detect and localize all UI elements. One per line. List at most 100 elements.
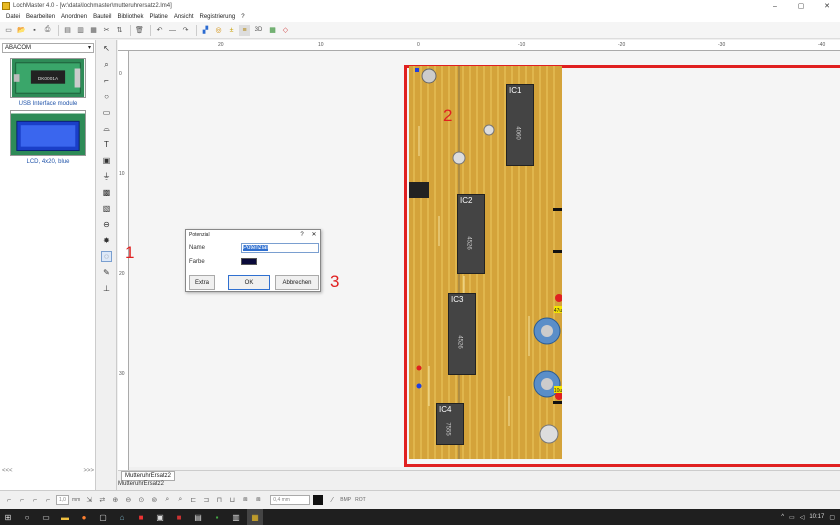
cut-track-icon[interactable]: ⊖ [101,219,112,230]
text-icon[interactable]: T [101,139,112,150]
grid-icon[interactable]: ▦ [267,25,278,36]
cut-icon[interactable]: ✂ [101,25,112,36]
minimize-button[interactable]: – [762,0,788,12]
explorer-icon[interactable]: ▬ [57,509,73,525]
app-icon-4[interactable]: ▣ [152,509,168,525]
tray-arrow-icon[interactable]: ^ [781,514,784,520]
ellipse-icon[interactable]: ○ [101,91,112,102]
color-picker[interactable] [313,495,324,505]
library-item-lcd[interactable]: LCD, 4x20, blue [10,110,86,165]
app-icon-3[interactable]: ■ [133,509,149,525]
move-icon[interactable]: ⇲ [84,495,94,505]
volume-icon[interactable]: ◁ [800,514,805,521]
bmp-button[interactable]: BMP [340,497,351,503]
grid-angle-icon[interactable]: ⌐ [17,495,27,505]
app-icon-5[interactable]: ■ [171,509,187,525]
pen-icon[interactable]: ✎ [101,267,112,278]
app-icon-1[interactable]: ▢ [95,509,111,525]
align-center-icon[interactable]: ⊐ [201,495,211,505]
app-icon-6[interactable]: ▤ [190,509,206,525]
line-icon[interactable]: — [167,25,178,36]
ic1-chip[interactable]: IC1 4060 [506,84,534,166]
zoom-page-icon[interactable]: ⊚ [149,495,159,505]
swap-icon[interactable]: ⇅ [114,25,125,36]
save-icon[interactable]: ▪ [29,25,40,36]
app-icon-7[interactable]: ▪ [209,509,225,525]
lochmaster-taskbar-icon[interactable]: ▦ [247,509,263,525]
open-folder-icon[interactable]: 📂 [16,25,27,36]
menu-anordnen[interactable]: Anordnen [58,14,90,20]
dialog-close-button[interactable]: ✕ [308,230,320,240]
grid-step-icon[interactable]: ⌐ [30,495,40,505]
windows-start-icon[interactable]: ⊞ [0,509,16,525]
ic4-chip[interactable]: IC4 7555 [436,403,464,445]
menu-ansicht[interactable]: Ansicht [171,14,197,20]
zoom-select-icon[interactable]: ⌕ [162,495,172,505]
align-left-icon[interactable]: ⊏ [188,495,198,505]
grid-fine-icon[interactable]: ⌐ [43,495,53,505]
target-icon[interactable]: ◎ [213,25,224,36]
pointer-icon[interactable]: ↖ [101,43,112,54]
image-icon[interactable]: ▣ [101,155,112,166]
library-select[interactable]: ABACOM ▾ [2,43,94,53]
search-icon[interactable]: ○ [19,509,35,525]
clock[interactable]: 10:17 [809,514,824,520]
scroll-left-button[interactable]: <<< [2,468,13,476]
name-input[interactable]: Potenzial [241,243,319,253]
eyedropper-icon[interactable]: ⁄ [327,495,337,505]
line-width-field[interactable]: 0,4 mm [270,495,311,505]
undo-icon[interactable]: ↶ [154,25,165,36]
rect-icon[interactable]: ▭ [101,107,112,118]
copy-page-icon[interactable]: ▦ [88,25,99,36]
zoom-fit-icon[interactable]: ⊙ [136,495,146,505]
grid-snap-icon[interactable]: ⌐ [4,495,14,505]
menu-bearbeiten[interactable]: Bearbeiten [23,14,58,20]
library-item-usb-module[interactable]: DK0001A USB Interface module [10,58,86,107]
zoom-prev-icon[interactable]: ⌕ [175,495,185,505]
align-bottom-icon[interactable]: ⊔ [227,495,237,505]
mirror-icon[interactable]: ⇄ [97,495,107,505]
potential-tool-icon[interactable]: ◌ [101,251,112,262]
menu-bauteil[interactable]: Bauteil [90,14,114,20]
fill-icon[interactable]: ✸ [101,235,112,246]
menu-datei[interactable]: Datei [3,14,23,20]
tab-mutteruhrersatz2[interactable]: MutteruhrErsatz2 [121,471,176,481]
cancel-button[interactable]: Abbrechen [275,275,319,290]
ic2-chip[interactable]: IC2 4526 [457,194,485,274]
rot-button[interactable]: ROT [355,497,366,503]
menu-bibliothek[interactable]: Bibliothek [114,14,146,20]
flip-icon[interactable]: ▞ [200,25,211,36]
measure-icon[interactable]: ± [226,25,237,36]
menu-registrierung[interactable]: Registrierung [197,14,239,20]
grid-value-field[interactable]: 1,0 [56,495,69,505]
print-icon[interactable]: ⎙ [42,25,53,36]
wire-icon[interactable]: ⌐ [101,75,112,86]
scroll-right-button[interactable]: >>> [83,468,94,476]
maximize-button[interactable]: ▢ [788,0,814,12]
distribute-v-icon[interactable]: ⧈ [253,495,263,505]
ok-button[interactable]: OK [228,275,270,290]
network-icon[interactable]: ▭ [789,514,795,521]
close-button[interactable]: ✕ [814,0,840,12]
probe-icon[interactable]: ⏚ [101,171,112,182]
new-file-icon[interactable]: ▭ [3,25,14,36]
export-icon[interactable]: ▥ [75,25,86,36]
zoom-in-icon[interactable]: ⊕ [110,495,120,505]
delete-icon[interactable]: 🗑 [134,25,145,36]
task-view-icon[interactable]: ▭ [38,509,54,525]
zoom-out-icon[interactable]: ⊖ [123,495,133,505]
app-icon-8[interactable]: ▥ [228,509,244,525]
extra-button[interactable]: Extra [189,275,215,290]
firefox-icon[interactable]: ● [76,509,92,525]
view-3d-button[interactable]: 3D [252,25,265,36]
menu-help[interactable]: ? [238,14,247,20]
measure-tool-icon[interactable]: ⊥ [101,283,112,294]
strip-icon[interactable]: ▧ [101,203,112,214]
redo-icon[interactable]: ↷ [180,25,191,36]
zoom-icon[interactable]: ⌕ [101,59,112,70]
notification-icon[interactable]: ▢ [829,514,835,521]
align-top-icon[interactable]: ⊓ [214,495,224,505]
distribute-icon[interactable]: ⧈ [240,495,250,505]
component-icon[interactable]: ▩ [101,187,112,198]
layer-icon[interactable]: ≡ [239,24,250,36]
